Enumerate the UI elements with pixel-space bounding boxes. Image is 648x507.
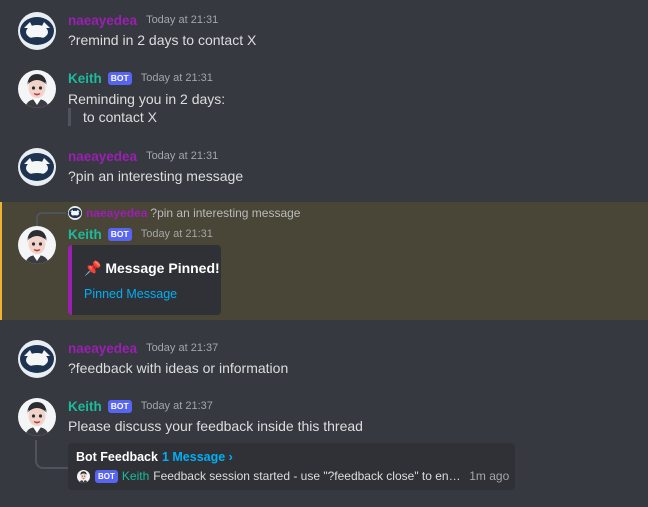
quote-text: to contact X <box>83 109 157 125</box>
thread-preview[interactable]: Bot Feedback 1 Message › BOT Keith Feedba… <box>68 443 515 490</box>
thread-avatar <box>77 470 90 483</box>
user-avatar[interactable] <box>18 12 56 50</box>
bot-badge: BOT <box>107 227 132 241</box>
bot-avatar[interactable] <box>18 70 56 108</box>
message-header: Keith BOT Today at 21:31 <box>68 68 213 88</box>
block-quote: to contact X <box>68 108 157 126</box>
message-text: ?pin an interesting message <box>68 168 244 184</box>
message-header: Keith BOT Today at 21:37 <box>68 396 213 416</box>
reply-text[interactable]: ?pin an interesting message <box>150 206 300 220</box>
thread-time-ago: 1m ago <box>469 469 510 483</box>
bot-avatar[interactable] <box>18 398 56 436</box>
reply-reference[interactable]: naeayedea ?pin an interesting message <box>68 205 300 221</box>
thread-preview-text: Feedback session started - use "?feedbac… <box>153 469 461 483</box>
timestamp: Today at 21:31 <box>146 14 219 26</box>
username[interactable]: naeayedea <box>68 149 137 164</box>
pinned-embed: 📌 Message Pinned! Pinned Message <box>68 245 221 315</box>
message-2: Keith BOT Today at 21:31 Reminding you i… <box>0 70 648 130</box>
thread-author: Keith <box>121 469 150 483</box>
message-header: naeayedea Today at 21:37 <box>68 338 218 358</box>
bot-avatar[interactable] <box>18 226 56 264</box>
reply-username[interactable]: naeayedea <box>86 206 147 220</box>
message-text: ?feedback with ideas or information <box>68 360 289 376</box>
thread-connector <box>35 440 70 469</box>
pinned-message-link[interactable]: Pinned Message <box>84 287 177 301</box>
message-text: Please discuss your feedback inside this… <box>68 418 363 434</box>
username[interactable]: Keith <box>68 71 102 86</box>
timestamp: Today at 21:31 <box>146 150 219 162</box>
timestamp: Today at 21:37 <box>140 400 213 412</box>
username[interactable]: Keith <box>68 227 102 242</box>
message-header: naeayedea Today at 21:31 <box>68 10 218 30</box>
thread-title[interactable]: Bot Feedback 1 Message › <box>76 450 233 464</box>
bot-badge: BOT <box>107 71 132 85</box>
username[interactable]: naeayedea <box>68 13 137 28</box>
message-6: Keith BOT Today at 21:37 Please discuss … <box>0 398 648 438</box>
username[interactable]: Keith <box>68 399 102 414</box>
message-3: naeayedea Today at 21:31 ?pin an interes… <box>0 148 648 188</box>
timestamp: Today at 21:37 <box>146 342 219 354</box>
bot-badge: BOT <box>95 469 118 483</box>
message-text: ?remind in 2 days to contact X <box>68 32 257 48</box>
message-1: naeayedea Today at 21:31 ?remind in 2 da… <box>0 12 648 52</box>
thread-last-message[interactable]: BOT Keith Feedback session started - use… <box>77 469 509 483</box>
thread-name[interactable]: Bot Feedback <box>76 450 158 464</box>
username[interactable]: naeayedea <box>68 341 137 356</box>
user-avatar[interactable] <box>18 148 56 186</box>
message-header: Keith BOT Today at 21:31 <box>68 224 213 244</box>
thread-message-count[interactable]: 1 Message › <box>162 450 233 464</box>
timestamp: Today at 21:31 <box>140 72 213 84</box>
reply-avatar <box>68 206 82 220</box>
bot-badge: BOT <box>107 399 132 413</box>
message-text: Reminding you in 2 days: <box>68 91 226 107</box>
user-avatar[interactable] <box>18 340 56 378</box>
timestamp: Today at 21:31 <box>140 228 213 240</box>
message-5: naeayedea Today at 21:37 ?feedback with … <box>0 340 648 380</box>
embed-title: 📌 Message Pinned! <box>84 260 220 276</box>
message-header: naeayedea Today at 21:31 <box>68 146 218 166</box>
